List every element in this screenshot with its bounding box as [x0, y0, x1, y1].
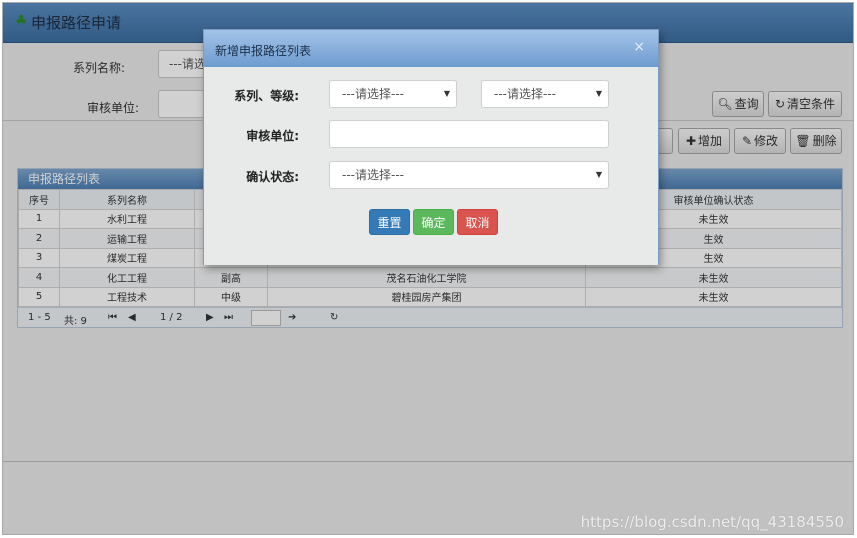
app-frame: ♣ 申报路径申请 系列名称: ---请选 审核单位: 🔍︎ 查询 ↻ 清空条件 ✚ 增…: [2, 2, 854, 535]
series-grade-label: 系列、等级:: [234, 89, 299, 103]
reset-button[interactable]: 重置: [369, 209, 410, 235]
grade-select[interactable]: ---请选择--- ▼: [481, 80, 609, 108]
caret-down-icon: ▼: [443, 89, 450, 98]
dialog-review-unit-label: 审核单位:: [246, 129, 299, 143]
dialog-body: 系列、等级: ---请选择--- ▼ ---请选择--- ▼ 审核单位: 确认状…: [204, 67, 658, 265]
close-icon[interactable]: ×: [633, 39, 645, 55]
add-path-dialog: 新增申报路径列表 × 系列、等级: ---请选择--- ▼ ---请选择--- …: [203, 29, 659, 265]
dialog-title: 新增申报路径列表: [215, 44, 312, 58]
confirm-button[interactable]: 确定: [413, 209, 454, 235]
dialog-header: 新增申报路径列表 ×: [204, 30, 658, 67]
confirm-status-label: 确认状态:: [246, 170, 299, 184]
cancel-button[interactable]: 取消: [457, 209, 498, 235]
caret-down-icon: ▼: [595, 89, 602, 98]
confirm-status-select[interactable]: ---请选择--- ▼: [329, 161, 609, 189]
confirm-status-value: ---请选择---: [342, 168, 404, 182]
dialog-review-unit-input[interactable]: [329, 120, 609, 148]
grade-select-value: ---请选择---: [494, 87, 556, 101]
series-select[interactable]: ---请选择--- ▼: [329, 80, 457, 108]
series-select-value: ---请选择---: [342, 87, 404, 101]
watermark: https://blog.csdn.net/qq_43184550: [580, 513, 844, 531]
caret-down-icon: ▼: [595, 170, 602, 179]
